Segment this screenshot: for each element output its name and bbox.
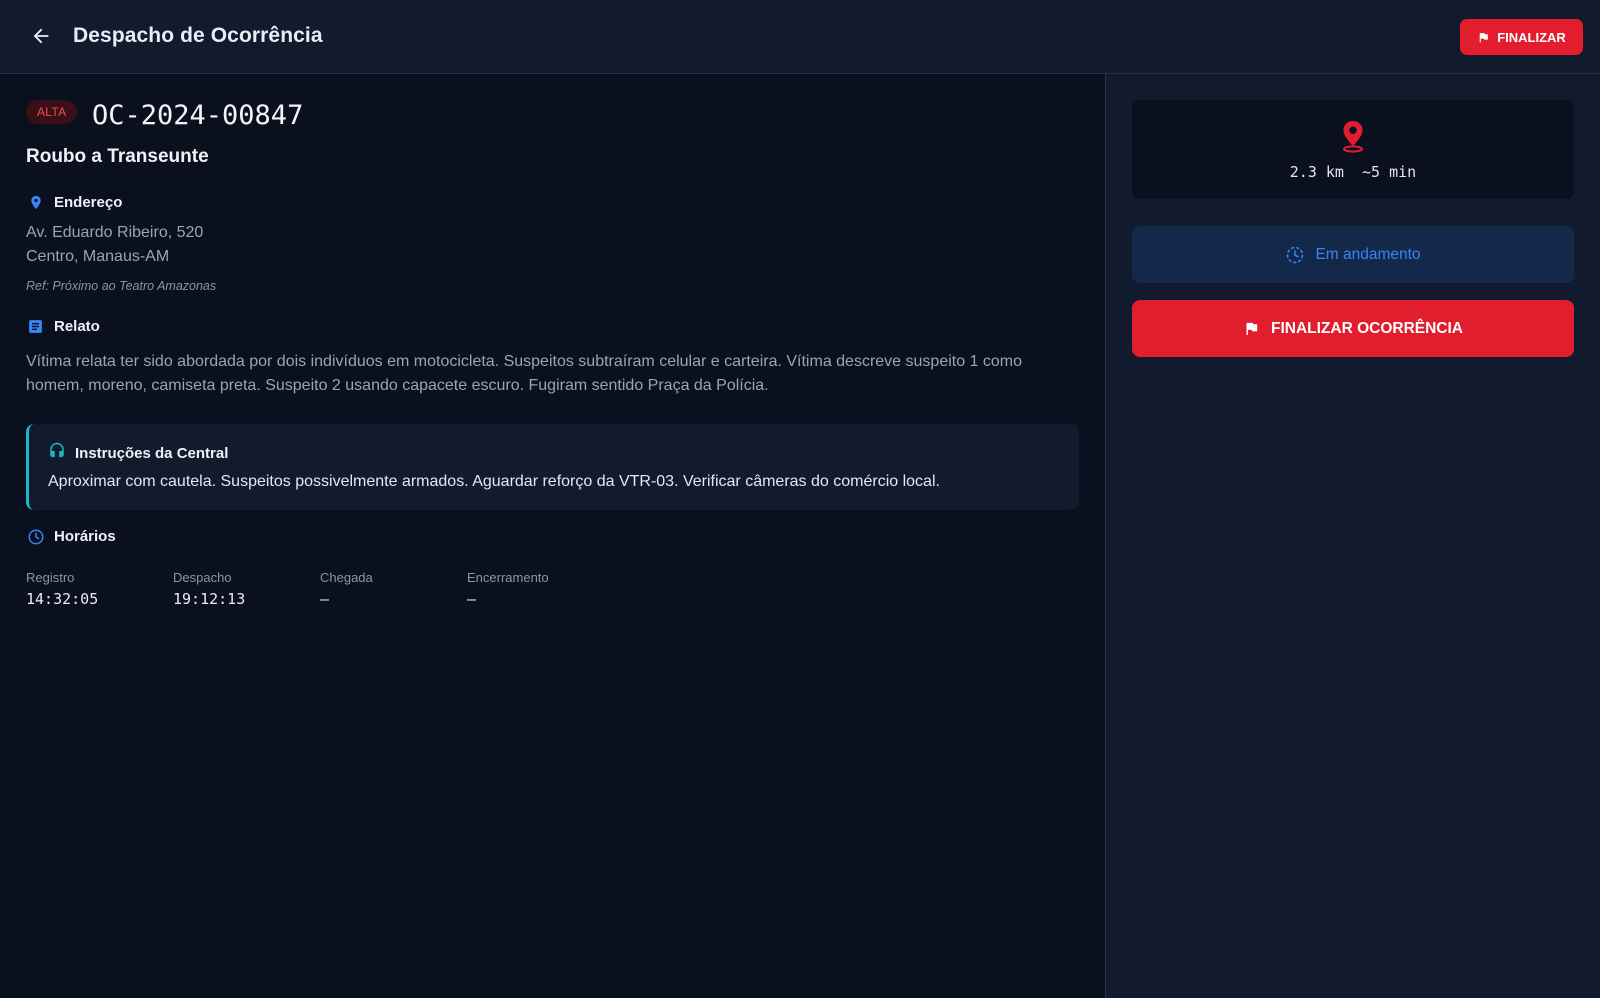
location-pin-icon <box>1343 121 1363 153</box>
document-icon <box>26 317 45 336</box>
finalize-occurrence-label: FINALIZAR OCORRÊNCIA <box>1270 319 1464 337</box>
status-label: Em andamento <box>1315 245 1421 263</box>
time-label: Chegada <box>320 570 373 585</box>
finalize-button[interactable]: FINALIZAR <box>1460 19 1583 55</box>
address-heading: Endereço <box>54 194 123 211</box>
instructions-text: Aproximar com cautela. Suspeitos possive… <box>48 473 940 490</box>
times-row: Registro 14:32:05 Despacho 19:12:13 Cheg… <box>26 570 614 608</box>
time-encerramento: Encerramento – <box>467 570 614 608</box>
occurrence-type: Roubo a Transeunte <box>26 146 209 167</box>
location-pin-icon <box>26 193 45 212</box>
finalize-button-label: FINALIZAR <box>1497 29 1566 45</box>
side-panel: 2.3 km ~5 min Em andamento FINALIZAR OCO… <box>1105 74 1600 998</box>
report-heading: Relato <box>54 318 100 335</box>
time-value: – <box>320 590 330 608</box>
headset-icon <box>48 442 66 464</box>
report-text: Vítima relata ter sido abordada por dois… <box>26 353 1023 394</box>
priority-badge: ALTA <box>26 100 78 124</box>
clock-icon <box>26 527 45 546</box>
address-line-2: Centro, Manaus-AM <box>26 248 170 265</box>
status-indicator: Em andamento <box>1132 226 1574 283</box>
time-value: 19:12:13 <box>173 590 246 608</box>
occurrence-detail-panel: ALTA OC-2024-00847 Roubo a Transeunte En… <box>0 74 1105 998</box>
occurrence-id: OC-2024-00847 <box>92 100 304 131</box>
instructions-card: Instruções da Central Aproximar com caut… <box>26 424 1079 510</box>
address-section-heading: Endereço <box>26 193 122 212</box>
time-label: Registro <box>26 570 75 585</box>
finalize-occurrence-button[interactable]: FINALIZAR OCORRÊNCIA <box>1132 300 1574 357</box>
instructions-heading: Instruções da Central <box>75 444 229 462</box>
history-clock-icon <box>1287 246 1304 263</box>
time-value: – <box>467 590 477 608</box>
times-heading: Horários <box>54 528 116 545</box>
report-section-heading: Relato <box>26 317 100 336</box>
time-label: Despacho <box>173 570 232 585</box>
instructions-heading-row: Instruções da Central <box>48 442 228 464</box>
time-despacho: Despacho 19:12:13 <box>173 570 320 608</box>
time-value: 14:32:05 <box>26 590 99 608</box>
arrow-left-icon <box>33 28 49 44</box>
distance-eta: 2.3 km ~5 min <box>1289 163 1417 181</box>
time-registro: Registro 14:32:05 <box>26 570 173 608</box>
distance-card: 2.3 km ~5 min <box>1132 100 1574 199</box>
back-button[interactable] <box>26 21 56 51</box>
flag-icon <box>1246 322 1258 335</box>
page-title: Despacho de Ocorrência <box>73 24 323 47</box>
top-app-bar: Despacho de Ocorrência FINALIZAR <box>0 0 1600 74</box>
flag-icon <box>1479 32 1489 42</box>
time-label: Encerramento <box>467 570 549 585</box>
address-reference: Ref: Próximo ao Teatro Amazonas <box>26 279 217 293</box>
times-section-heading: Horários <box>26 527 116 546</box>
time-chegada: Chegada – <box>320 570 467 608</box>
address-line-1: Av. Eduardo Ribeiro, 520 <box>26 224 204 241</box>
